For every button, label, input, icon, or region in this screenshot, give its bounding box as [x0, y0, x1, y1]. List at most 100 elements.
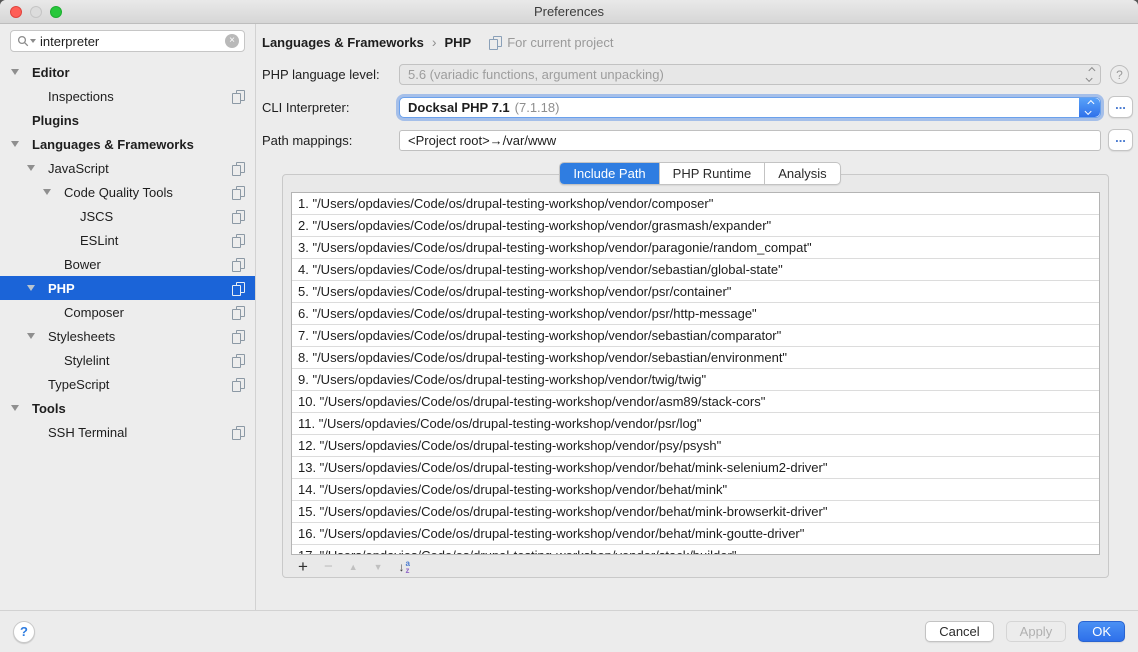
clear-search-icon[interactable]: × [225, 34, 239, 48]
sidebar-item-label: Stylesheets [48, 329, 115, 344]
include-path-panel: 1. "/Users/opdavies/Code/os/drupal-testi… [282, 174, 1109, 578]
select-chevrons-icon [1088, 65, 1093, 84]
breadcrumb-parent[interactable]: Languages & Frameworks [262, 35, 424, 50]
expand-arrow-icon[interactable] [27, 165, 35, 171]
current-project-icon [232, 234, 245, 247]
include-path-row[interactable]: 9. "/Users/opdavies/Code/os/drupal-testi… [292, 369, 1099, 391]
move-down-icon: ▼ [374, 562, 383, 572]
current-project-icon [489, 36, 502, 49]
sidebar-item-php[interactable]: PHP [0, 276, 255, 300]
sidebar-item-languages-frameworks[interactable]: Languages & Frameworks [0, 132, 255, 156]
sidebar-item-label: JavaScript [48, 161, 109, 176]
include-path-row[interactable]: 6. "/Users/opdavies/Code/os/drupal-testi… [292, 303, 1099, 325]
include-path-row[interactable]: 17. "/Users/opdavies/Code/os/drupal-test… [292, 545, 1099, 555]
select-stepper-icon[interactable] [1079, 98, 1100, 117]
sidebar-item-stylelint[interactable]: Stylelint [0, 348, 255, 372]
add-path-icon[interactable]: + [298, 558, 308, 576]
sidebar-item-label: JSCS [80, 209, 113, 224]
cli-interpreter-label: CLI Interpreter: [262, 100, 399, 115]
current-project-icon [232, 258, 245, 271]
tab-analysis[interactable]: Analysis [764, 163, 839, 184]
cli-interpreter-browse-button[interactable]: ... [1108, 96, 1133, 118]
tab-php-runtime[interactable]: PHP Runtime [659, 163, 765, 184]
breadcrumb: Languages & Frameworks › PHP For current… [262, 33, 1138, 51]
help-icon[interactable]: ? [1110, 65, 1129, 84]
include-path-row[interactable]: 15. "/Users/opdavies/Code/os/drupal-test… [292, 501, 1099, 523]
search-input[interactable] [40, 34, 225, 49]
titlebar: Preferences [0, 0, 1138, 24]
language-level-select: 5.6 (variadic functions, argument unpack… [399, 64, 1101, 85]
search-icon[interactable] [17, 35, 36, 47]
expand-arrow-icon[interactable] [43, 189, 51, 195]
current-project-icon [232, 354, 245, 367]
ok-button[interactable]: OK [1078, 621, 1125, 642]
include-path-row[interactable]: 2. "/Users/opdavies/Code/os/drupal-testi… [292, 215, 1099, 237]
expand-arrow-icon[interactable] [11, 141, 19, 147]
include-path-row[interactable]: 4. "/Users/opdavies/Code/os/drupal-testi… [292, 259, 1099, 281]
expand-arrow-icon[interactable] [11, 69, 19, 75]
sidebar-item-label: PHP [48, 281, 75, 296]
php-settings-tabs: Include PathPHP RuntimeAnalysis [559, 162, 840, 185]
cli-interpreter-version: (7.1.18) [515, 100, 560, 115]
zoom-button[interactable] [50, 6, 62, 18]
cancel-button[interactable]: Cancel [925, 621, 993, 642]
current-project-icon [232, 330, 245, 343]
include-path-row[interactable]: 13. "/Users/opdavies/Code/os/drupal-test… [292, 457, 1099, 479]
sidebar-item-label: TypeScript [48, 377, 109, 392]
language-level-label: PHP language level: [262, 67, 399, 82]
sidebar-item-editor[interactable]: Editor [0, 60, 255, 84]
path-mappings-field[interactable]: <Project root>→/var/www [399, 130, 1101, 151]
scope-label: For current project [507, 35, 613, 50]
sidebar-item-stylesheets[interactable]: Stylesheets [0, 324, 255, 348]
path-mappings-value: <Project root>→/var/www [408, 133, 556, 148]
include-path-row[interactable]: 5. "/Users/opdavies/Code/os/drupal-testi… [292, 281, 1099, 303]
sidebar-item-jscs[interactable]: JSCS [0, 204, 255, 228]
sidebar-item-code-quality-tools[interactable]: Code Quality Tools [0, 180, 255, 204]
include-path-row[interactable]: 16. "/Users/opdavies/Code/os/drupal-test… [292, 523, 1099, 545]
include-path-row[interactable]: 8. "/Users/opdavies/Code/os/drupal-testi… [292, 347, 1099, 369]
search-options-caret-icon[interactable] [30, 39, 36, 43]
traffic-lights [10, 0, 62, 24]
sidebar-item-label: Languages & Frameworks [32, 137, 194, 152]
include-path-list: 1. "/Users/opdavies/Code/os/drupal-testi… [291, 192, 1100, 555]
sidebar-item-ssh-terminal[interactable]: SSH Terminal [0, 420, 255, 444]
include-path-row[interactable]: 14. "/Users/opdavies/Code/os/drupal-test… [292, 479, 1099, 501]
sidebar-item-javascript[interactable]: JavaScript [0, 156, 255, 180]
sidebar-item-label: Plugins [32, 113, 79, 128]
include-path-row[interactable]: 7. "/Users/opdavies/Code/os/drupal-testi… [292, 325, 1099, 347]
close-button[interactable] [10, 6, 22, 18]
sidebar-item-inspections[interactable]: Inspections [0, 84, 255, 108]
current-project-icon [232, 186, 245, 199]
tab-include-path[interactable]: Include Path [560, 163, 658, 184]
sidebar-item-label: ESLint [80, 233, 118, 248]
current-project-icon [232, 426, 245, 439]
sidebar-item-typescript[interactable]: TypeScript [0, 372, 255, 396]
settings-sidebar: × EditorInspections Plugins Languages & Fr… [0, 24, 256, 610]
include-path-row[interactable]: 12. "/Users/opdavies/Code/os/drupal-test… [292, 435, 1099, 457]
current-project-icon [232, 282, 245, 295]
include-path-row[interactable]: 10. "/Users/opdavies/Code/os/drupal-test… [292, 391, 1099, 413]
sidebar-item-plugins[interactable]: Plugins [0, 108, 255, 132]
expand-arrow-icon[interactable] [27, 333, 35, 339]
path-mappings-label: Path mappings: [262, 133, 399, 148]
search-field[interactable]: × [10, 30, 245, 52]
sidebar-item-label: Tools [32, 401, 66, 416]
sidebar-item-label: Bower [64, 257, 101, 272]
expand-arrow-icon[interactable] [11, 405, 19, 411]
sidebar-item-tools[interactable]: Tools [0, 396, 255, 420]
include-path-row[interactable]: 3. "/Users/opdavies/Code/os/drupal-testi… [292, 237, 1099, 259]
sidebar-item-label: Composer [64, 305, 124, 320]
minimize-button[interactable] [30, 6, 42, 18]
dialog-footer: ? Cancel Apply OK [0, 610, 1138, 652]
include-path-row[interactable]: 11. "/Users/opdavies/Code/os/drupal-test… [292, 413, 1099, 435]
help-button[interactable]: ? [13, 621, 35, 643]
sidebar-item-label: Stylelint [64, 353, 110, 368]
sidebar-item-bower[interactable]: Bower [0, 252, 255, 276]
cli-interpreter-select[interactable]: Docksal PHP 7.1 (7.1.18) [399, 97, 1101, 118]
path-mappings-browse-button[interactable]: ... [1108, 129, 1133, 151]
sort-alphabetically-icon[interactable]: ↓ az [399, 560, 410, 574]
sidebar-item-eslint[interactable]: ESLint [0, 228, 255, 252]
expand-arrow-icon[interactable] [27, 285, 35, 291]
include-path-row[interactable]: 1. "/Users/opdavies/Code/os/drupal-testi… [292, 193, 1099, 215]
sidebar-item-composer[interactable]: Composer [0, 300, 255, 324]
